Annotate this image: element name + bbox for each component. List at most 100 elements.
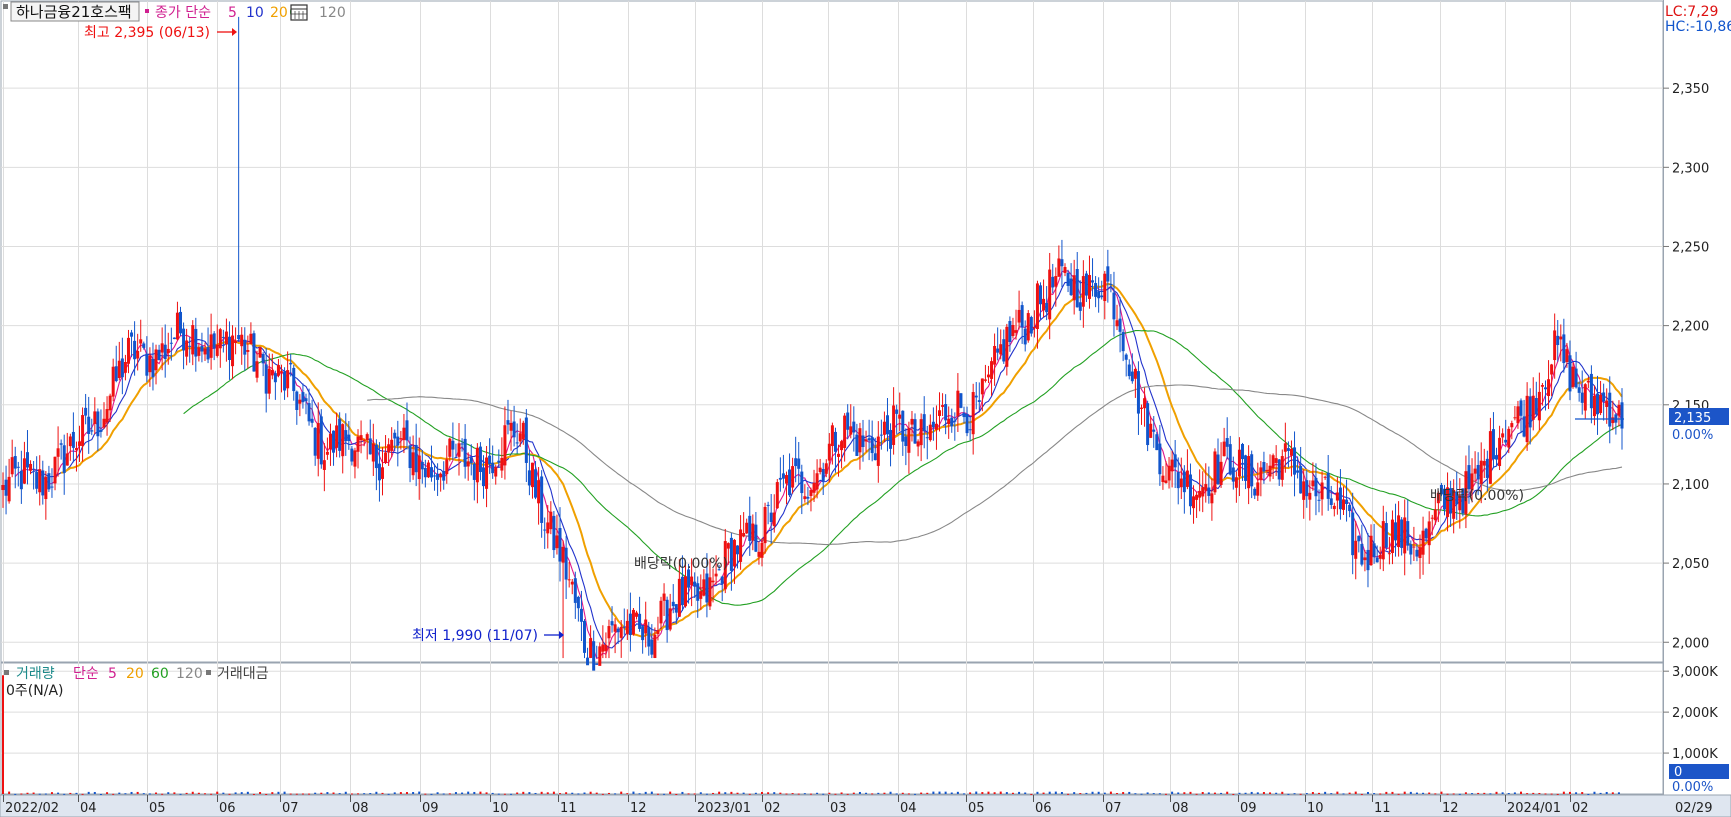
volume-bar (424, 793, 427, 795)
volume-bar (155, 792, 158, 794)
candle-body (38, 469, 42, 493)
volume-bar (895, 793, 898, 795)
candle-body (1216, 454, 1220, 485)
candle-body (478, 446, 482, 473)
candle-body (1133, 368, 1137, 379)
candle-body (439, 473, 443, 478)
candle-body (968, 429, 972, 431)
candle-body (1418, 547, 1422, 558)
candle-body (1149, 423, 1153, 438)
time-axis-label: 09 (422, 801, 439, 816)
candle-body (549, 511, 553, 530)
time-axis-label: 02 (1572, 801, 1589, 816)
candle-body (1387, 553, 1391, 555)
candle-body (93, 411, 97, 424)
candle-body (50, 486, 54, 488)
candle-body (411, 452, 415, 476)
candle-body (1424, 528, 1428, 539)
candle-body (788, 469, 792, 496)
candle-body (1198, 490, 1202, 498)
candle-body (938, 410, 942, 416)
candle-body (524, 417, 528, 463)
volume-bar (681, 791, 684, 794)
candle-body (638, 613, 642, 629)
low-annotation: 최저 1,990 (11/07) (412, 628, 538, 644)
volume-bar (240, 792, 243, 794)
candle-body (393, 432, 397, 439)
volume-bar (901, 792, 904, 794)
candle-body (313, 427, 317, 456)
candle-body (1348, 504, 1352, 512)
candle-body (1482, 461, 1486, 466)
candle-body (405, 420, 409, 441)
candle-body (179, 311, 183, 334)
volume-bar (99, 793, 102, 795)
candle-body (335, 425, 339, 448)
volume-bar (1422, 792, 1425, 794)
volume-bar (1458, 793, 1461, 795)
volume-panel-frame (0, 662, 1664, 795)
volume-bar (1507, 793, 1510, 795)
volume-bar (1054, 791, 1057, 794)
volume-bar (357, 793, 360, 795)
candle-body (1556, 335, 1560, 346)
candle-body (879, 434, 883, 436)
candle-body (794, 458, 798, 467)
calendar-icon[interactable] (290, 4, 308, 21)
candle-body (1182, 471, 1186, 493)
candle-body (1256, 482, 1260, 496)
candle-body (815, 473, 819, 490)
volume-bar (822, 793, 825, 795)
candle-body (601, 644, 605, 652)
candle-body (990, 361, 994, 379)
volume-bar (926, 792, 929, 794)
candle-body (1219, 461, 1223, 485)
candle-body (699, 591, 703, 599)
candle-body (53, 456, 57, 484)
candle-body (469, 457, 473, 464)
volume-bar (161, 793, 164, 795)
volume-current-pct: 0.00% (1672, 780, 1713, 795)
stock-chart[interactable]: 2,0002,0502,1002,1502,2002,2502,3002,350… (0, 0, 1731, 817)
candle-body (328, 433, 332, 450)
volume-bar (583, 792, 586, 794)
candle-body (1476, 464, 1480, 480)
volume-bar (1195, 793, 1198, 795)
candle-body (858, 428, 862, 453)
candle-body (641, 626, 645, 641)
volume-bar (975, 791, 978, 794)
candle-body (341, 424, 345, 457)
volume-bar (326, 792, 329, 794)
candle-body (1602, 392, 1606, 402)
volume-ma-5: 5 (108, 666, 117, 682)
candle-body (1231, 467, 1235, 482)
candle-body (833, 431, 837, 452)
volume-bar (26, 792, 29, 794)
volume-bar (1342, 793, 1345, 795)
time-axis-label: 09 (1240, 801, 1257, 816)
price-tick-label: 2,350 (1672, 82, 1709, 97)
volume-bar (1532, 792, 1535, 794)
volume-bar (565, 792, 568, 794)
candle-body (1562, 334, 1566, 364)
candle-body (1525, 395, 1529, 443)
volume-bar (14, 793, 17, 795)
dividend-annotation-1: 배당락(0.00%) (634, 556, 728, 572)
candle-body (766, 504, 770, 506)
volume-bar (1330, 793, 1333, 795)
candle-body (1510, 423, 1514, 428)
volume-bar (816, 792, 819, 794)
volume-bar (1269, 792, 1272, 794)
volume-bar (534, 792, 537, 794)
volume-bar (338, 793, 341, 795)
volume-bar (57, 792, 60, 794)
candle-body (1617, 404, 1621, 416)
candle-body (59, 443, 63, 445)
volume-ma-label: 단순 (73, 666, 99, 682)
volume-bar (809, 793, 812, 795)
candle-body (1277, 459, 1281, 480)
candle-body (849, 426, 853, 435)
volume-bar (1440, 791, 1443, 794)
volume-bar (950, 792, 953, 794)
candle-body (1112, 292, 1116, 320)
